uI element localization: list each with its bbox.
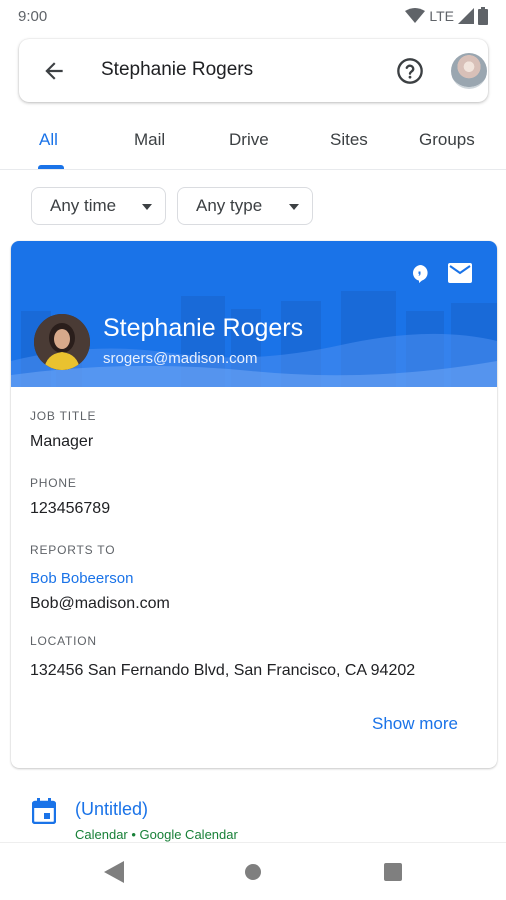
status-icons: LTE xyxy=(405,7,488,25)
tab-bar: All Mail Drive Sites Groups xyxy=(0,118,506,170)
system-nav-bar xyxy=(0,842,506,900)
profile-portrait xyxy=(34,314,90,370)
chat-icon[interactable] xyxy=(411,263,431,283)
status-bar: 9:00 LTE xyxy=(0,0,506,32)
search-query[interactable]: Stephanie Rogers xyxy=(101,59,253,81)
signal-icon xyxy=(458,8,474,24)
location-value: 132456 San Fernando Blvd, San Francisco,… xyxy=(30,662,416,679)
time-filter-dropdown[interactable]: Any time xyxy=(31,187,166,225)
result-subtitle: Calendar • Google Calendar xyxy=(75,827,238,842)
result-title-link[interactable]: (Untitled) xyxy=(75,799,148,820)
dropdown-arrow-icon xyxy=(142,204,152,210)
type-filter-dropdown[interactable]: Any type xyxy=(177,187,313,225)
job-title-value: Manager xyxy=(30,433,94,450)
nav-home-icon[interactable] xyxy=(245,864,261,880)
person-card-header: Stephanie Rogers srogers@madison.com xyxy=(11,241,497,387)
wifi-icon xyxy=(405,8,426,23)
battery-icon xyxy=(478,7,488,25)
calendar-icon xyxy=(32,798,56,824)
nav-recents-icon[interactable] xyxy=(384,863,402,881)
network-type: LTE xyxy=(429,8,454,24)
mail-icon[interactable] xyxy=(448,263,472,283)
tab-all[interactable]: All xyxy=(39,130,58,150)
tab-sites[interactable]: Sites xyxy=(330,130,368,150)
show-more-button[interactable]: Show more xyxy=(372,714,458,734)
phone-label: PHONE xyxy=(30,476,77,490)
help-circle-icon[interactable] xyxy=(396,57,424,85)
person-card: Stephanie Rogers srogers@madison.com JOB… xyxy=(11,241,497,768)
search-bar[interactable]: Stephanie Rogers xyxy=(19,39,488,102)
tab-mail[interactable]: Mail xyxy=(134,130,165,150)
reports-to-label: REPORTS TO xyxy=(30,543,116,557)
location-label: LOCATION xyxy=(30,634,97,648)
type-filter-label: Any type xyxy=(196,196,263,215)
person-email[interactable]: srogers@madison.com xyxy=(103,350,257,367)
active-tab-indicator xyxy=(38,165,64,169)
tab-drive[interactable]: Drive xyxy=(229,130,269,150)
job-title-label: JOB TITLE xyxy=(30,409,97,423)
tab-groups[interactable]: Groups xyxy=(419,130,475,150)
manager-name-link[interactable]: Bob Bobeerson xyxy=(30,570,133,587)
dropdown-arrow-icon xyxy=(289,204,299,210)
nav-back-icon[interactable] xyxy=(104,861,124,883)
manager-email: Bob@madison.com xyxy=(30,595,170,612)
person-name: Stephanie Rogers xyxy=(103,314,304,342)
arrow-back-icon[interactable] xyxy=(41,58,67,84)
account-avatar[interactable] xyxy=(451,53,487,89)
time-filter-label: Any time xyxy=(50,196,117,215)
phone-value[interactable]: 123456789 xyxy=(30,500,110,518)
status-time: 9:00 xyxy=(18,7,48,25)
profile-photo xyxy=(34,314,90,370)
